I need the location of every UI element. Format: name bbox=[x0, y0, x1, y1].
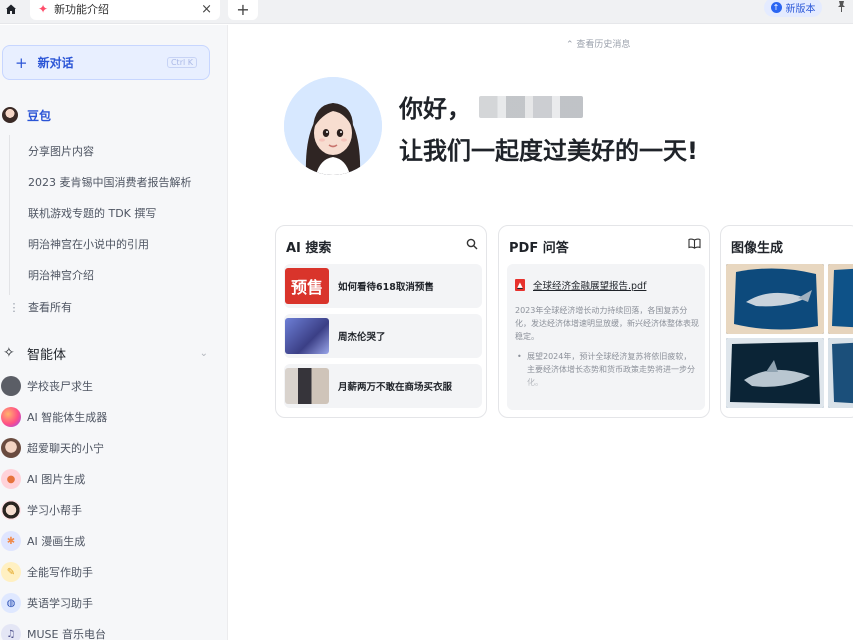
home-icon bbox=[6, 4, 16, 14]
agents-section-header[interactable]: ✧ 智能体 ⌄ bbox=[0, 343, 228, 363]
agent-label: AI 图片生成 bbox=[27, 473, 86, 486]
girl-avatar-icon bbox=[1, 438, 21, 458]
agent-item[interactable]: 超爱聊天的小宁 bbox=[0, 438, 228, 458]
chevron-up-icon: ⌃ bbox=[566, 40, 574, 50]
comic-icon: ✱ bbox=[1, 531, 21, 551]
history-item[interactable]: 分享图片内容 bbox=[28, 143, 94, 159]
pdf-preview[interactable]: ▲ 全球经济金融展望报告.pdf 2023年全球经济增长动力持续回落，各国复苏分… bbox=[507, 264, 705, 410]
view-history-link[interactable]: ⌃ 查看历史消息 bbox=[566, 37, 630, 50]
greeting-text: 你好， bbox=[399, 95, 471, 123]
agent-item[interactable]: 学习小帮手 bbox=[0, 500, 228, 520]
doubao-avatar bbox=[284, 77, 382, 175]
agent-label: MUSE 音乐电台 bbox=[27, 628, 106, 640]
more-icon: ⋮ bbox=[8, 300, 20, 314]
agent-item[interactable]: ♫ MUSE 音乐电台 bbox=[0, 624, 228, 640]
generated-image[interactable] bbox=[828, 264, 853, 334]
music-icon: ♫ bbox=[1, 624, 21, 640]
main-panel: ⌃ 查看历史消息 你好， 让我们一起度过美好的一天! AI 搜索 预售 如何看待… bbox=[229, 25, 853, 640]
close-icon[interactable]: × bbox=[201, 2, 212, 17]
search-suggestion[interactable]: 周杰伦哭了 bbox=[284, 314, 482, 358]
suggestion-title: 如何看待618取消预售 bbox=[338, 282, 434, 293]
see-all-label: 查看所有 bbox=[28, 301, 72, 314]
new-version-button[interactable]: ↑ 新版本 bbox=[764, 0, 822, 17]
plus-icon: + bbox=[15, 53, 28, 72]
card-title: PDF 问答 bbox=[509, 241, 569, 256]
history-item[interactable]: 联机游戏专题的 TDK 撰写 bbox=[28, 205, 156, 221]
agent-item[interactable]: AI 智能体生成器 bbox=[0, 407, 228, 427]
suggestion-title: 周杰伦哭了 bbox=[338, 332, 386, 343]
history-divider bbox=[9, 135, 10, 295]
gradient-orb-icon bbox=[1, 407, 21, 427]
search-icon bbox=[466, 238, 478, 253]
bot-name: 豆包 bbox=[27, 108, 52, 123]
new-chat-label: 新对话 bbox=[37, 56, 74, 70]
greeting-subtitle: 让我们一起度过美好的一天! bbox=[399, 137, 698, 165]
sidebar: + 新对话 Ctrl K 豆包 分享图片内容 2023 麦肯锡中国消费者报告解析… bbox=[0, 25, 228, 640]
zombie-avatar-icon bbox=[1, 376, 21, 396]
search-suggestion[interactable]: 月薪两万不敢在商场买衣服 bbox=[284, 364, 482, 408]
sparkle-icon: ✧ bbox=[3, 345, 15, 361]
ai-search-card[interactable]: AI 搜索 预售 如何看待618取消预售 周杰伦哭了 月薪两万不敢在商场买衣服 bbox=[275, 225, 487, 418]
agent-label: 学习小帮手 bbox=[27, 504, 82, 517]
agent-label: AI 智能体生成器 bbox=[27, 411, 108, 424]
generated-image[interactable] bbox=[726, 264, 824, 334]
agent-item[interactable]: ● AI 图片生成 bbox=[0, 469, 228, 489]
pdf-icon: ▲ bbox=[515, 279, 525, 291]
sparkle-icon: ✦ bbox=[38, 2, 49, 16]
pdf-summary: 2023年全球经济增长动力持续回落，各国复苏分化，发达经济体增速明显放缓，新兴经… bbox=[515, 306, 699, 341]
pdf-qa-card[interactable]: PDF 问答 ▲ 全球经济金融展望报告.pdf 2023年全球经济增长动力持续回… bbox=[498, 225, 710, 418]
fade-overlay bbox=[507, 370, 705, 410]
new-tab-button[interactable]: + bbox=[228, 0, 258, 20]
agent-item[interactable]: ◍ 英语学习助手 bbox=[0, 593, 228, 613]
pen-icon: ✎ bbox=[1, 562, 21, 582]
tab-bar: ✦ 新功能介绍 × + ↑ 新版本 bbox=[0, 0, 853, 24]
suggestion-title: 月薪两万不敢在商场买衣服 bbox=[338, 382, 453, 393]
agent-label: AI 漫画生成 bbox=[27, 535, 86, 548]
news-thumbnail bbox=[285, 318, 329, 354]
new-chat-button[interactable]: + 新对话 Ctrl K bbox=[2, 45, 210, 80]
blurred-username bbox=[479, 95, 583, 118]
see-all-link[interactable]: ⋮ 查看所有 bbox=[0, 299, 73, 315]
news-thumbnail: 预售 bbox=[285, 268, 329, 304]
new-version-label: 新版本 bbox=[785, 4, 816, 15]
history-item[interactable]: 2023 麦肯锡中国消费者报告解析 bbox=[28, 174, 192, 190]
history-link-label: 查看历史消息 bbox=[576, 40, 631, 50]
search-suggestion[interactable]: 预售 如何看待618取消预售 bbox=[284, 264, 482, 308]
home-button[interactable] bbox=[0, 0, 22, 18]
agent-label: 学校丧尸求生 bbox=[27, 380, 93, 393]
thumbnail-text: 预售 bbox=[290, 278, 323, 297]
globe-icon: ◍ bbox=[1, 593, 21, 613]
tab-label: 新功能介绍 bbox=[54, 3, 110, 16]
student-avatar-icon bbox=[1, 500, 21, 520]
generated-image[interactable] bbox=[726, 338, 824, 408]
agent-label: 全能写作助手 bbox=[27, 566, 93, 579]
history-item[interactable]: 明治神宫介绍 bbox=[28, 267, 94, 283]
bot-doubao[interactable]: 豆包 bbox=[0, 105, 228, 125]
book-icon bbox=[688, 238, 701, 252]
agent-label: 超爱聊天的小宁 bbox=[27, 442, 104, 455]
agent-item[interactable]: ✱ AI 漫画生成 bbox=[0, 531, 228, 551]
history-item[interactable]: 明治神宫在小说中的引用 bbox=[28, 236, 149, 252]
card-title: AI 搜索 bbox=[286, 241, 332, 256]
pdf-file-link[interactable]: ▲ 全球经济金融展望报告.pdf bbox=[515, 278, 646, 292]
shortcut-hint: Ctrl K bbox=[166, 57, 197, 68]
agent-item[interactable]: 学校丧尸求生 bbox=[0, 376, 228, 396]
agent-item[interactable]: ✎ 全能写作助手 bbox=[0, 562, 228, 582]
palette-icon: ● bbox=[1, 469, 21, 489]
avatar bbox=[2, 107, 18, 123]
news-thumbnail bbox=[285, 368, 329, 404]
tab-new-features[interactable]: ✦ 新功能介绍 × bbox=[30, 0, 220, 20]
agents-heading: 智能体 bbox=[27, 347, 67, 363]
chevron-down-icon[interactable]: ⌄ bbox=[200, 348, 208, 359]
greeting-heading: 你好， bbox=[399, 89, 583, 124]
arrow-up-icon: ↑ bbox=[770, 2, 782, 13]
agent-label: 英语学习助手 bbox=[27, 597, 93, 610]
pin-icon[interactable] bbox=[836, 0, 850, 16]
pdf-file-name: 全球经济金融展望报告.pdf bbox=[533, 281, 647, 292]
card-title: 图像生成 bbox=[731, 241, 784, 256]
image-generation-card[interactable]: 图像生成 bbox=[720, 225, 853, 418]
generated-image[interactable] bbox=[828, 338, 853, 408]
